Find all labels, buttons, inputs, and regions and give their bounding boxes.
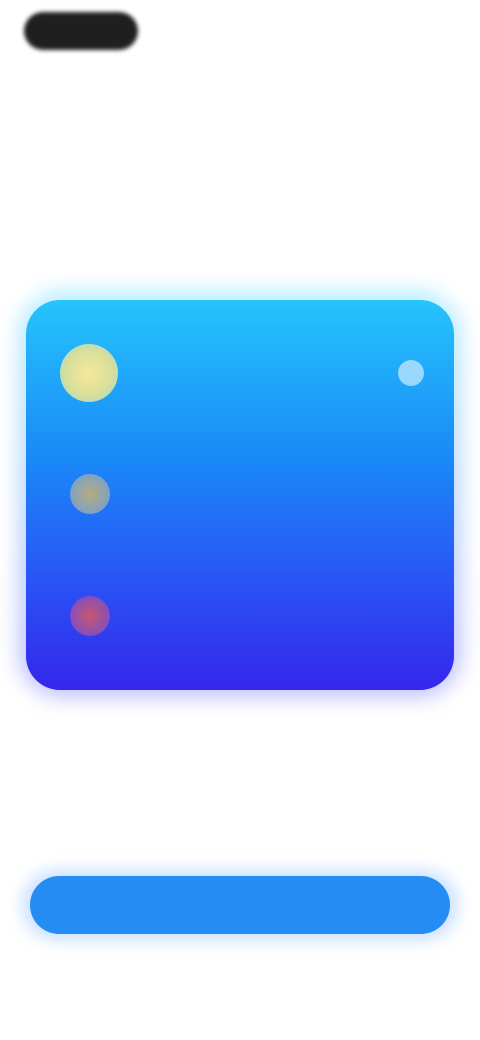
list-item[interactable]	[26, 340, 454, 420]
status-pill	[24, 12, 138, 50]
list-item[interactable]	[26, 462, 454, 542]
badge-icon	[60, 344, 118, 402]
badge-icon	[70, 596, 110, 636]
feature-card	[26, 300, 454, 690]
badge-icon	[70, 474, 110, 514]
page-title	[66, 144, 416, 172]
tab-bar	[136, 58, 196, 84]
more-icon[interactable]	[398, 360, 424, 386]
list-item[interactable]	[26, 586, 454, 666]
card-caption	[100, 712, 360, 730]
primary-action-button[interactable]	[30, 876, 450, 934]
screen	[0, 0, 480, 1040]
